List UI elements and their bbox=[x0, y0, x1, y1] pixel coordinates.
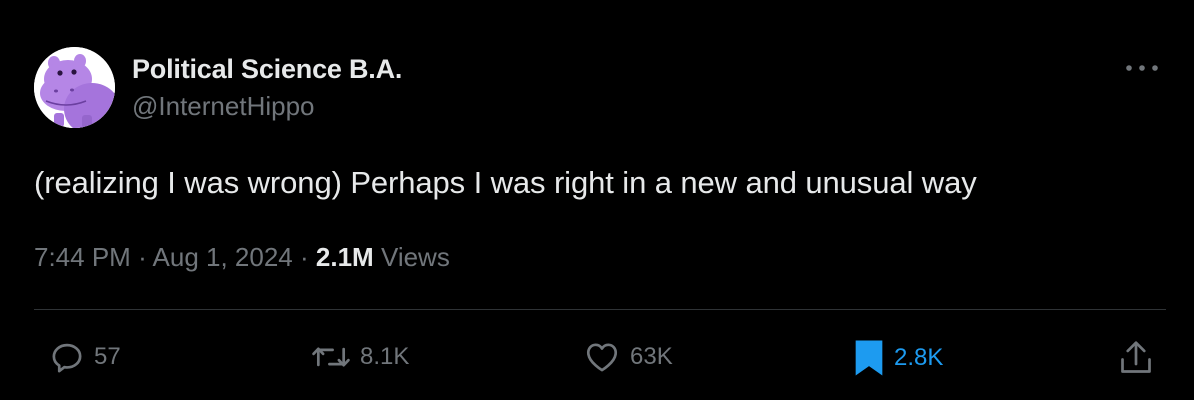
more-options-button[interactable] bbox=[1124, 56, 1160, 80]
author-info: Political Science B.A. @InternetHippo bbox=[132, 52, 402, 124]
action-bar: 57 8.1K 63K 2.8K bbox=[0, 330, 1194, 386]
tweet-date[interactable]: Aug 1, 2024 bbox=[153, 242, 293, 272]
reply-count: 57 bbox=[94, 343, 121, 370]
reply-button[interactable]: 57 bbox=[48, 338, 121, 376]
hippo-avatar-icon bbox=[34, 47, 115, 128]
like-count: 63K bbox=[630, 343, 673, 370]
meta-separator: · bbox=[138, 242, 147, 272]
tweet-meta: 7:44 PM · Aug 1, 2024 · 2.1M Views bbox=[34, 240, 450, 274]
share-button[interactable] bbox=[1118, 338, 1154, 378]
tweet-time[interactable]: 7:44 PM bbox=[34, 242, 131, 272]
like-button[interactable]: 63K bbox=[582, 338, 673, 376]
avatar[interactable] bbox=[34, 47, 115, 128]
share-icon bbox=[1121, 341, 1151, 373]
retweet-count: 8.1K bbox=[360, 343, 410, 370]
tweet: Political Science B.A. @InternetHippo (r… bbox=[0, 0, 1194, 400]
more-dots-icon bbox=[1126, 65, 1158, 71]
views-label: Views bbox=[380, 242, 450, 272]
bookmark-icon bbox=[855, 340, 883, 376]
author-handle[interactable]: @InternetHippo bbox=[132, 88, 402, 124]
heart-icon bbox=[586, 343, 618, 372]
retweet-button[interactable]: 8.1K bbox=[310, 338, 409, 376]
author-display-name[interactable]: Political Science B.A. bbox=[132, 52, 402, 86]
views-count: 2.1M bbox=[315, 242, 374, 272]
tweet-text: (realizing I was wrong) Perhaps I was ri… bbox=[34, 165, 977, 200]
retweet-icon bbox=[312, 347, 350, 367]
divider bbox=[34, 309, 1166, 310]
bookmark-count: 2.8K bbox=[894, 344, 944, 371]
meta-separator: · bbox=[300, 242, 309, 272]
reply-icon bbox=[52, 343, 82, 373]
bookmark-button[interactable]: 2.8K bbox=[852, 338, 943, 378]
